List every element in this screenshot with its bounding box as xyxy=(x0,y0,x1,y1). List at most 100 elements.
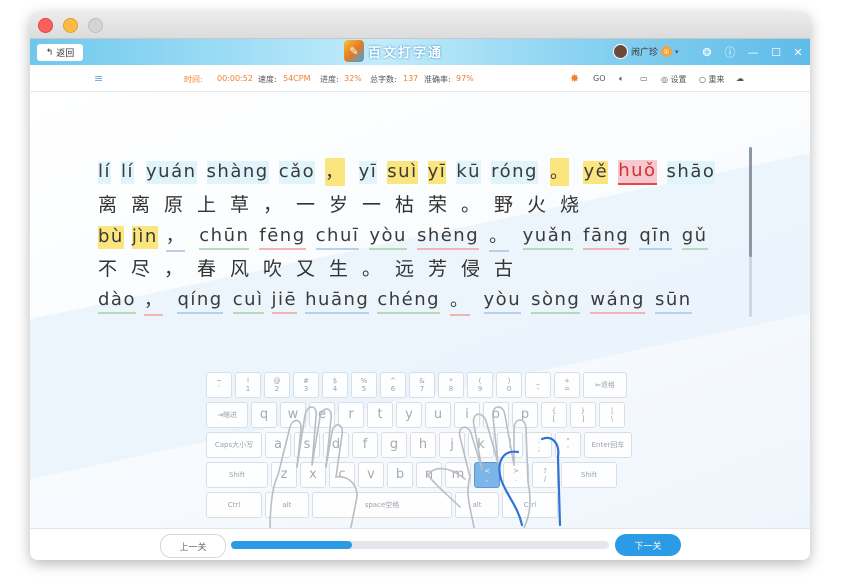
key-j[interactable]: j xyxy=(439,432,465,458)
pinyin-syllable: yuǎn xyxy=(522,225,574,250)
maximize-icon[interactable]: ☐ xyxy=(768,44,784,60)
key[interactable]: @2 xyxy=(264,372,290,398)
info-icon[interactable]: ⓘ xyxy=(722,44,738,60)
app-logo: ✎ 百文打字通 xyxy=(344,40,443,62)
key-m[interactable]: m xyxy=(445,462,471,488)
prev-level-button[interactable]: 上一关 xyxy=(160,534,226,558)
typing-text: lí lí yuán shàng cǎo， yī suì yī kū róng。 yě huǒ shāo… xyxy=(98,158,748,318)
key[interactable]: * 8 xyxy=(438,372,464,398)
keyboard-icon[interactable]: ▭ xyxy=(640,74,648,83)
key[interactable]: {[ xyxy=(541,402,567,428)
key-l[interactable]: l xyxy=(497,432,523,458)
key-caps[interactable]: Caps大小写 xyxy=(206,432,262,458)
key-c[interactable]: c xyxy=(329,462,355,488)
key[interactable]: + = xyxy=(554,372,580,398)
pinyin-syllable: 。 xyxy=(549,158,570,186)
key[interactable]: ^ 6 xyxy=(380,372,406,398)
key-o[interactable]: o xyxy=(483,402,509,428)
key-space[interactable]: space空格 xyxy=(312,492,452,518)
minimize-window-icon[interactable] xyxy=(63,18,78,33)
key[interactable]: :; xyxy=(526,432,552,458)
pinyin-line-2: bù jìn ， chūn fēng chuī yòu shēng 。 yuǎn fāng qīn gǔ xyxy=(98,222,748,252)
keyboard-hint-icon[interactable]: ✸ xyxy=(570,72,579,85)
key-i[interactable]: i xyxy=(454,402,480,428)
key-label: | xyxy=(610,406,614,415)
key-k[interactable]: k xyxy=(468,432,494,458)
key-v[interactable]: v xyxy=(358,462,384,488)
key[interactable]: % 5 xyxy=(351,372,377,398)
app-header: ↰ 返回 ✎ 百文打字通 闹广珍 ① ▾ ❂ ⓘ — ☐ ✕ xyxy=(30,39,810,65)
key-ctrl[interactable]: Ctrl xyxy=(502,492,558,518)
key-d[interactable]: d xyxy=(323,432,349,458)
key-g[interactable]: g xyxy=(381,432,407,458)
key-f[interactable]: f xyxy=(352,432,378,458)
scrollbar-thumb[interactable] xyxy=(749,147,752,257)
key[interactable]: ? / xyxy=(532,462,558,488)
key-label: 6 xyxy=(390,385,396,393)
key-label: + xyxy=(564,376,570,385)
key[interactable]: & 7 xyxy=(409,372,435,398)
close-icon[interactable]: ✕ xyxy=(790,44,806,60)
key[interactable]: >. xyxy=(503,462,529,488)
restart-button[interactable]: ○ 重来 xyxy=(699,74,725,85)
skin-icon[interactable]: ❂ xyxy=(699,44,715,60)
key[interactable]: (9 xyxy=(467,372,493,398)
cloud-icon[interactable]: ☁︎ xyxy=(736,74,744,83)
close-window-icon[interactable] xyxy=(38,18,53,33)
minimize-icon[interactable]: — xyxy=(745,44,761,60)
key-label: 4 xyxy=(332,385,338,393)
key-label: # xyxy=(303,376,309,385)
next-level-button[interactable]: 下一关 xyxy=(615,534,681,556)
key-t[interactable]: t xyxy=(367,402,393,428)
key-ctrl[interactable]: Ctrl xyxy=(206,492,262,518)
key-b[interactable]: b xyxy=(387,462,413,488)
key-alt[interactable]: alt xyxy=(265,492,309,518)
key-shift[interactable]: Shift xyxy=(206,462,268,488)
go-button[interactable]: GO xyxy=(593,74,606,83)
pinyin-syllable: ， xyxy=(325,158,345,186)
key-h[interactable]: h xyxy=(410,432,436,458)
key-z[interactable]: z xyxy=(271,462,297,488)
key[interactable]: _ - xyxy=(525,372,551,398)
key-shift[interactable]: Shift xyxy=(561,462,617,488)
key[interactable]: ) 0 xyxy=(496,372,522,398)
key[interactable]: " ' xyxy=(555,432,581,458)
pinyin-syllable: chéng xyxy=(377,289,441,314)
back-button[interactable]: ↰ 返回 xyxy=(37,44,83,61)
key[interactable]: ! 1 xyxy=(235,372,261,398)
key-alt[interactable]: alt xyxy=(455,492,499,518)
title-bar xyxy=(30,12,810,39)
settings-button[interactable]: ◎ 设置 xyxy=(661,74,687,85)
key[interactable]: <, xyxy=(474,462,500,488)
key-r[interactable]: r xyxy=(338,402,364,428)
key-[interactable]: ⇥缩进 xyxy=(206,402,248,428)
key-enter[interactable]: Enter回车 xyxy=(584,432,632,458)
key-e[interactable]: e xyxy=(309,402,335,428)
pinyin-syllable: gǔ xyxy=(681,225,708,250)
key[interactable]: ~ ` xyxy=(206,372,232,398)
key[interactable]: | \ xyxy=(599,402,625,428)
key-u[interactable]: u xyxy=(425,402,451,428)
settings-label: 设置 xyxy=(670,75,687,84)
key-y[interactable]: y xyxy=(396,402,422,428)
zoom-window-icon[interactable] xyxy=(88,18,103,33)
key-w[interactable]: w xyxy=(280,402,306,428)
key-s[interactable]: s xyxy=(294,432,320,458)
menu-icon[interactable]: ≡ xyxy=(94,72,103,85)
key[interactable]: }] xyxy=(570,402,596,428)
key-label: 8 xyxy=(448,385,454,393)
pinyin-syllable: shēng xyxy=(416,225,480,250)
key-a[interactable]: a xyxy=(265,432,291,458)
user-menu[interactable]: 闹广珍 ① ▾ xyxy=(613,44,679,59)
key-label: $ xyxy=(332,376,338,385)
key-q[interactable]: q xyxy=(251,402,277,428)
pinyin-syllable: huāng xyxy=(305,289,370,314)
key[interactable]: #3 xyxy=(293,372,319,398)
key[interactable]: ⇐退格 xyxy=(583,372,627,398)
key-x[interactable]: x xyxy=(300,462,326,488)
key-p[interactable]: p xyxy=(512,402,538,428)
volume-icon[interactable]: 🔈︎ xyxy=(619,74,624,84)
key[interactable]: $4 xyxy=(322,372,348,398)
app-title: 百文打字通 xyxy=(368,45,444,61)
key-n[interactable]: n xyxy=(416,462,442,488)
